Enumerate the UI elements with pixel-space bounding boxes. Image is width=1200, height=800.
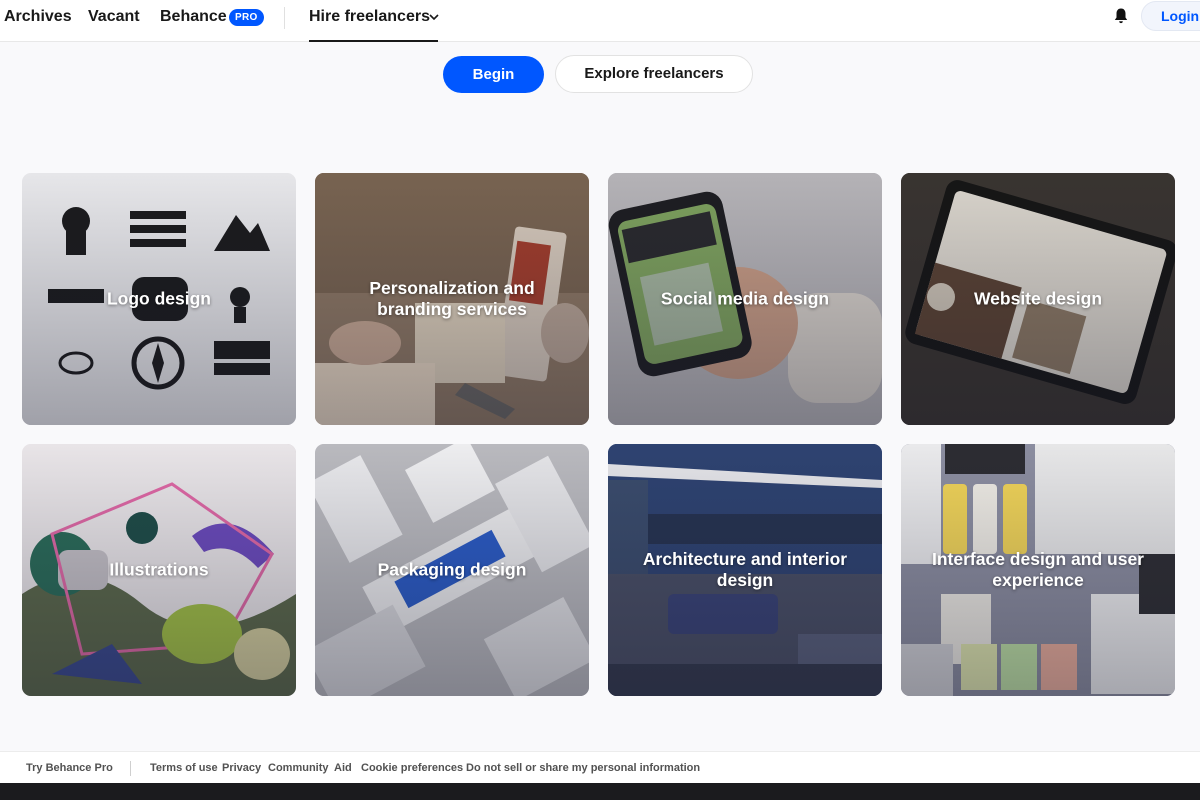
category-label: Architecture and interior design [642, 549, 848, 590]
begin-button[interactable]: Begin [443, 56, 544, 93]
top-navigation: Archives Vacant Behance PRO Hire freelan… [0, 0, 1200, 42]
category-card-illustrations[interactable]: Illustrations [22, 444, 296, 696]
footer-divider [130, 761, 131, 776]
nav-hire-freelancers[interactable]: Hire freelancers [309, 0, 439, 42]
login-button[interactable]: Login [1141, 1, 1200, 31]
footer-aid[interactable]: Aid [334, 752, 352, 784]
category-label: Personalization and branding services [369, 278, 535, 319]
nav-divider [284, 7, 285, 29]
category-label: Illustrations [109, 559, 209, 580]
category-card-packaging[interactable]: Packaging design [315, 444, 589, 696]
footer: Try Behance Pro Terms of use Privacy Com… [0, 751, 1200, 783]
category-label: Packaging design [377, 559, 527, 580]
explore-freelancers-button[interactable]: Explore freelancers [555, 55, 753, 93]
category-label: Interface design and user experience [931, 549, 1144, 590]
footer-do-not-sell[interactable]: Do not sell or share my personal informa… [466, 752, 700, 784]
category-card-architecture[interactable]: Architecture and interior design [608, 444, 882, 696]
category-card-logo-design[interactable]: Logo design [22, 173, 296, 425]
bottom-bar [0, 783, 1200, 800]
footer-try-behance-pro[interactable]: Try Behance Pro [26, 752, 113, 784]
nav-hire-label: Hire freelancers [309, 8, 430, 25]
nav-vacant[interactable]: Vacant [88, 0, 140, 42]
footer-privacy[interactable]: Privacy [222, 752, 261, 784]
category-label: Social media design [660, 288, 830, 309]
category-label: Logo design [106, 288, 212, 309]
footer-cookie-preferences[interactable]: Cookie preferences [361, 752, 463, 784]
category-card-website-design[interactable]: Website design [901, 173, 1175, 425]
category-card-social-media[interactable]: Social media design [608, 173, 882, 425]
category-card-branding[interactable]: Personalization and branding services [315, 173, 589, 425]
footer-terms[interactable]: Terms of use [150, 752, 218, 784]
chevron-down-icon [429, 13, 439, 21]
nav-behance[interactable]: Behance [160, 0, 227, 42]
pro-badge[interactable]: PRO [229, 9, 264, 26]
bell-icon[interactable] [1113, 7, 1129, 25]
category-card-interface-design[interactable]: Interface design and user experience [901, 444, 1175, 696]
footer-community[interactable]: Community [268, 752, 329, 784]
nav-archives[interactable]: Archives [4, 0, 72, 42]
category-label: Website design [973, 288, 1103, 309]
